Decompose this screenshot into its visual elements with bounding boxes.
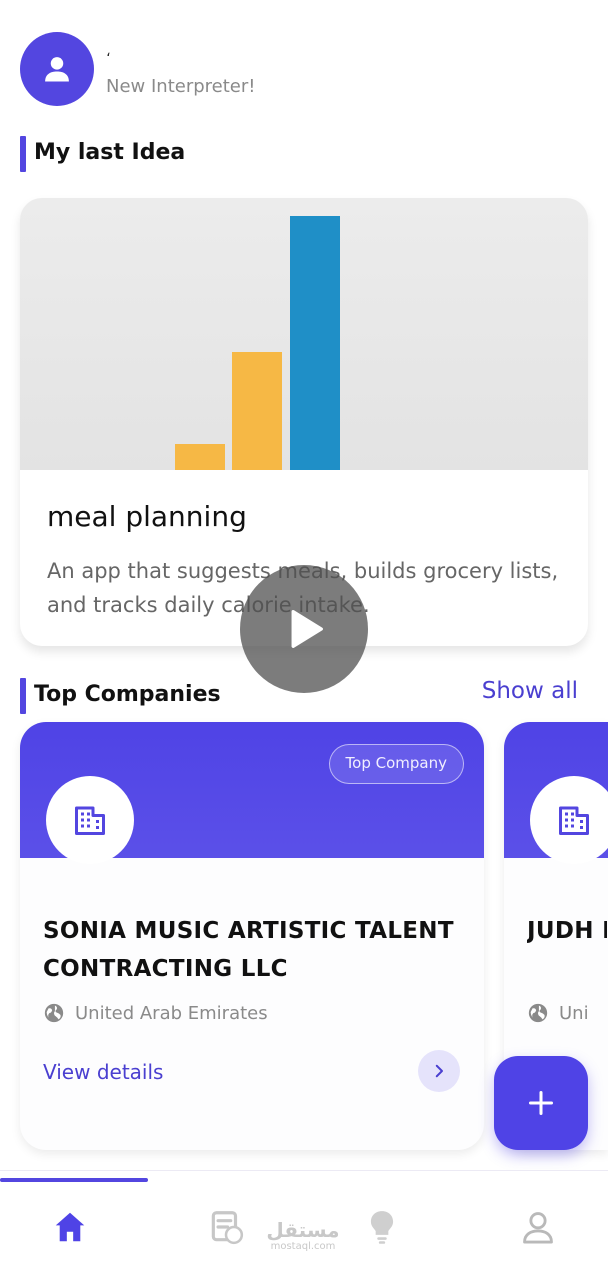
- company-location-text: United Arab Emirates: [75, 1002, 268, 1024]
- company-name: SONIA MUSIC ARTISTIC TALENT CONTRACTING …: [43, 918, 454, 982]
- image-bar-medium: [232, 352, 282, 470]
- nav-home[interactable]: [48, 1205, 92, 1249]
- nav-profile[interactable]: [516, 1205, 560, 1249]
- watermark-arabic: مستقل: [266, 1218, 340, 1242]
- building-icon: [559, 806, 589, 835]
- watermark: مستقل mostaql.com: [262, 1219, 344, 1259]
- globe-icon: [44, 1003, 64, 1023]
- header: ، New Interpreter!: [20, 32, 580, 106]
- image-bar-small: [175, 444, 225, 470]
- company-logo: [46, 776, 134, 864]
- company-location: United Arab Emirates: [43, 1000, 268, 1026]
- chevron-right-icon: [435, 1064, 443, 1078]
- add-idea-fab-button[interactable]: [494, 1056, 588, 1150]
- idea-image: [20, 198, 588, 470]
- company-logo: [530, 776, 608, 864]
- greeting-text: ،: [106, 44, 111, 60]
- nav-clipboard[interactable]: [204, 1205, 248, 1249]
- bottom-navigation: مستقل mostaql.com: [0, 1170, 608, 1280]
- image-bar-tall: [290, 216, 340, 470]
- plus-icon: [528, 1090, 554, 1116]
- section-title-last-idea: My last Idea: [20, 134, 185, 174]
- nav-ideas[interactable]: [360, 1205, 404, 1249]
- section-title-top-companies: Top Companies: [20, 676, 221, 716]
- home-icon: [55, 1212, 85, 1242]
- building-icon: [75, 806, 105, 835]
- lightbulb-icon: [370, 1211, 394, 1244]
- company-location-text: Uni: [559, 1002, 589, 1024]
- video-play-button[interactable]: [240, 565, 368, 693]
- company-card[interactable]: Top Company SONIA MUSIC ARTISTIC TALENT …: [20, 722, 484, 1150]
- profile-icon: [523, 1212, 553, 1244]
- idea-title: meal planning: [47, 500, 247, 533]
- top-company-badge: Top Company: [328, 744, 464, 784]
- view-details-link[interactable]: View details: [43, 1060, 163, 1084]
- company-name: JUDH MARI: [527, 918, 607, 944]
- company-location: Uni: [527, 1000, 607, 1026]
- view-details-arrow-button[interactable]: [418, 1050, 460, 1092]
- clipboard-icon: [211, 1211, 244, 1245]
- play-icon: [291, 610, 323, 648]
- user-icon: [45, 57, 69, 82]
- user-subtitle: New Interpreter!: [106, 76, 256, 97]
- globe-icon: [528, 1003, 548, 1023]
- avatar[interactable]: [20, 32, 94, 106]
- watermark-url: mostaql.com: [270, 1241, 336, 1252]
- active-tab-indicator: [0, 1178, 148, 1182]
- show-all-link[interactable]: Show all: [482, 678, 578, 704]
